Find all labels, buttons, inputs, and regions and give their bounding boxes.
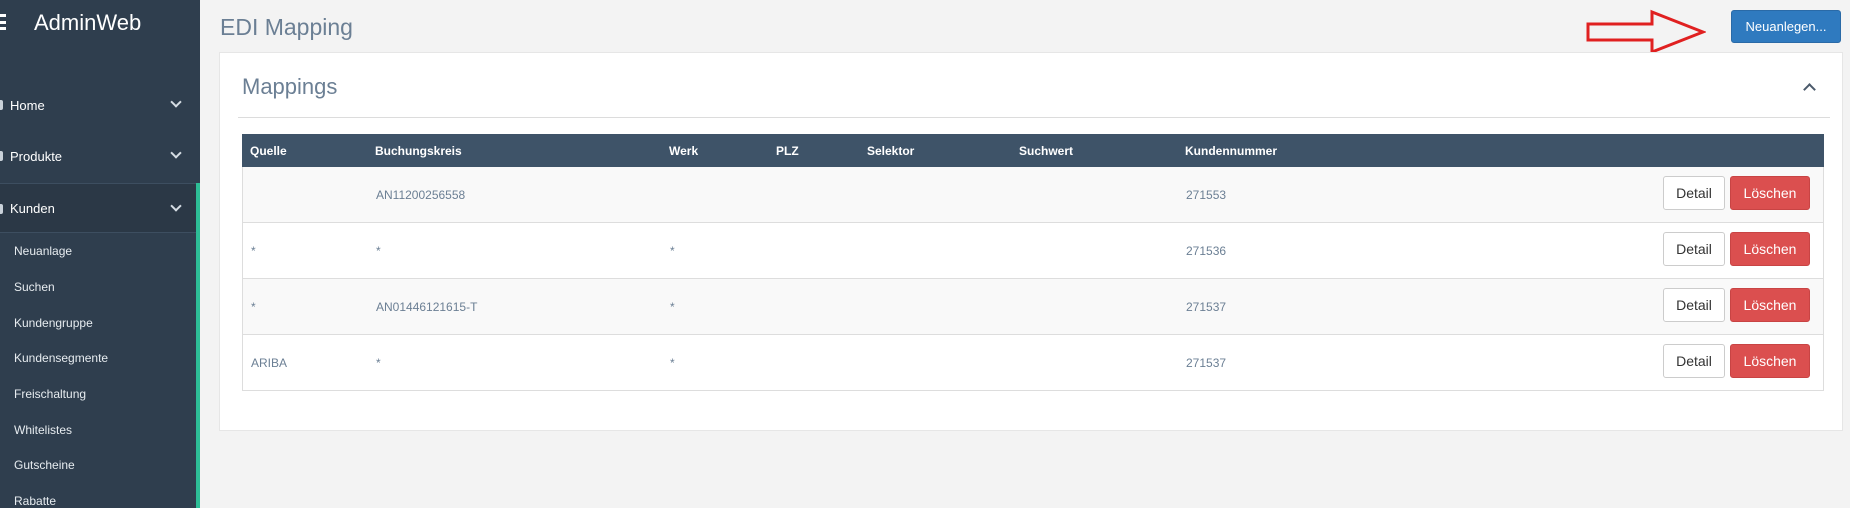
cell-quelle: ARIBA: [251, 355, 288, 370]
sidebar-subitem-rabatte[interactable]: Rabatte: [14, 494, 56, 508]
column-header-suchwert[interactable]: Suchwert: [1019, 134, 1073, 167]
active-section-indicator: [196, 183, 200, 508]
cell-werk: *: [670, 299, 675, 314]
sidebar: AdminWeb Home Produkte Kunden Neuanlage …: [0, 0, 200, 508]
mappings-panel: Mappings Quelle Buchungskreis Werk PLZ S…: [219, 52, 1843, 431]
cell-kundennummer: 271537: [1186, 299, 1227, 314]
cell-buchungskreis: *: [376, 243, 381, 258]
sidebar-item-produkte[interactable]: Produkte: [0, 131, 196, 181]
sidebar-subitem-kundensegmente[interactable]: Kundensegmente: [14, 351, 108, 365]
chevron-down-icon: [170, 147, 182, 159]
table-header: Quelle Buchungskreis Werk PLZ Selektor S…: [242, 134, 1824, 167]
table-row: AN11200256558 271553 Detail Löschen: [242, 167, 1824, 223]
sidebar-item-home[interactable]: Home: [0, 80, 196, 130]
annotation-arrow-icon: [1586, 9, 1706, 55]
sidebar-subitem-freischaltung[interactable]: Freischaltung: [14, 387, 86, 401]
column-header-quelle[interactable]: Quelle: [250, 134, 287, 167]
column-header-werk[interactable]: Werk: [669, 134, 698, 167]
chevron-down-icon: [170, 96, 182, 108]
delete-button[interactable]: Löschen: [1730, 176, 1810, 210]
cell-werk: *: [670, 243, 675, 258]
sidebar-subitem-neuanlage[interactable]: Neuanlage: [14, 244, 72, 258]
cell-kundennummer: 271536: [1186, 243, 1227, 258]
cell-werk: *: [670, 355, 675, 370]
delete-button[interactable]: Löschen: [1730, 232, 1810, 266]
sidebar-item-label: Kunden: [10, 200, 55, 216]
chevron-up-icon[interactable]: [1803, 83, 1816, 96]
sidebar-item-label: Home: [10, 97, 45, 113]
sidebar-item-kunden[interactable]: Kunden: [0, 183, 196, 233]
page-title: EDI Mapping: [220, 14, 353, 40]
sidebar-subitem-kundengruppe[interactable]: Kundengruppe: [14, 316, 93, 330]
sidebar-subitem-suchen[interactable]: Suchen: [14, 280, 55, 294]
cell-buchungskreis: *: [376, 355, 381, 370]
home-icon: [0, 100, 3, 110]
column-header-kundennummer[interactable]: Kundennummer: [1185, 134, 1277, 167]
delete-button[interactable]: Löschen: [1730, 288, 1810, 322]
cell-kundennummer: 271537: [1186, 355, 1227, 370]
table-row: * AN01446121615-T * 271537 Detail Lösche…: [242, 279, 1824, 335]
cell-quelle: *: [251, 299, 256, 314]
column-header-buchungskreis[interactable]: Buchungskreis: [375, 134, 462, 167]
new-mapping-button[interactable]: Neuanlegen...: [1731, 10, 1841, 43]
cell-quelle: *: [251, 243, 256, 258]
panel-title: Mappings: [242, 74, 338, 99]
sidebar-subitem-whitelistes[interactable]: Whitelistes: [14, 423, 72, 437]
detail-button[interactable]: Detail: [1663, 288, 1725, 322]
sidebar-item-label: Produkte: [10, 148, 63, 164]
chevron-down-icon: [170, 200, 182, 212]
detail-button[interactable]: Detail: [1663, 232, 1725, 266]
cell-buchungskreis: AN01446121615-T: [376, 299, 478, 314]
brand: AdminWeb: [0, 0, 200, 46]
panel-divider: [238, 117, 1830, 118]
column-header-plz[interactable]: PLZ: [776, 134, 799, 167]
column-header-selektor[interactable]: Selektor: [867, 134, 914, 167]
table-row: ARIBA * * 271537 Detail Löschen: [242, 335, 1824, 391]
delete-button[interactable]: Löschen: [1730, 344, 1810, 378]
table-row: * * * 271536 Detail Löschen: [242, 223, 1824, 279]
brand-title: AdminWeb: [34, 10, 142, 35]
cell-kundennummer: 271553: [1186, 187, 1227, 202]
table-body: AN11200256558 271553 Detail Löschen * * …: [242, 167, 1824, 391]
cell-buchungskreis: AN11200256558: [376, 187, 466, 202]
produkte-icon: [0, 151, 3, 161]
kunden-icon: [0, 204, 3, 214]
sidebar-subitem-gutscheine[interactable]: Gutscheine: [14, 458, 75, 472]
hamburger-menu-icon[interactable]: [0, 14, 6, 30]
detail-button[interactable]: Detail: [1663, 344, 1725, 378]
detail-button[interactable]: Detail: [1663, 176, 1725, 210]
mappings-table: Quelle Buchungskreis Werk PLZ Selektor S…: [242, 134, 1824, 391]
